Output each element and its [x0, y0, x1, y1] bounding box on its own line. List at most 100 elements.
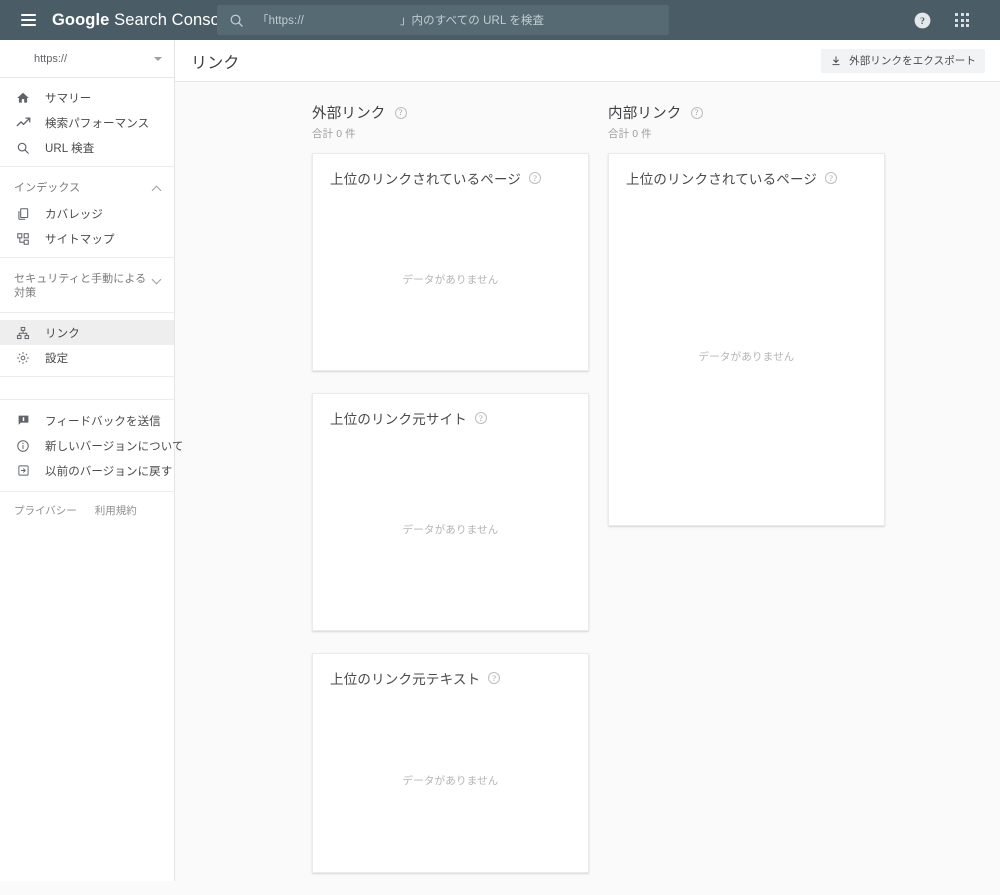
- card-top-linked-pages-internal[interactable]: 上位のリンクされているページ ? データがありません: [608, 153, 885, 526]
- help-icon[interactable]: ?: [394, 106, 407, 119]
- card-title-text: 上位のリンク元テキスト: [330, 672, 481, 687]
- sidebar-item-coverage[interactable]: カバレッジ: [0, 201, 174, 226]
- top-app-bar: Google Search Console 「https:// 」内のすべての U…: [0, 0, 1000, 40]
- sidebar-section-index[interactable]: インデックス: [0, 174, 174, 201]
- sidebar-label-return-previous-version: 以前のバージョンに戻す: [45, 465, 173, 478]
- export-button-label: 外部リンクをエクスポート: [849, 55, 976, 67]
- sidebar-label-coverage: カバレッジ: [45, 208, 103, 221]
- card-body: データがありません: [313, 188, 588, 370]
- card-top-linking-text[interactable]: 上位のリンク元テキスト ? データがありません: [312, 653, 589, 873]
- sidebar-item-send-feedback[interactable]: フィードバックを送信: [0, 408, 174, 433]
- external-links-heading: 外部リンク ?: [312, 102, 589, 123]
- search-icon: [229, 13, 244, 28]
- empty-state-text: データがありません: [402, 273, 499, 286]
- sidebar-section-label-security: セキュリティと手動による対策: [14, 273, 147, 299]
- card-body: データがありません: [313, 688, 588, 872]
- brand-rest: Search Console: [109, 10, 233, 29]
- internal-links-total: 合計 0 件: [608, 128, 652, 140]
- search-placeholder-text: 「https:// 」内のすべての URL を検査: [257, 12, 544, 28]
- terms-link[interactable]: 利用規約: [95, 503, 137, 518]
- links-board: 外部リンク ? 合計 0 件 上位のリンクされているページ ? データがありませ…: [175, 82, 1000, 873]
- sidebar-item-links[interactable]: リンク: [0, 320, 174, 345]
- topbar-actions: ?: [902, 0, 1000, 40]
- help-icon[interactable]: ?: [529, 172, 542, 184]
- links-icon: [14, 324, 32, 342]
- help-icon[interactable]: ?: [488, 672, 501, 684]
- trending-up-icon: [14, 114, 32, 132]
- sidebar-section-label-index: インデックス: [14, 182, 81, 194]
- card-title: 上位のリンクされているページ ?: [313, 154, 588, 188]
- help-icon[interactable]: ?: [825, 172, 838, 184]
- card-title: 上位のリンクされているページ ?: [609, 154, 884, 188]
- sidebar-label-summary: サマリー: [45, 92, 92, 105]
- sidebar-section-security[interactable]: セキュリティと手動による対策: [0, 265, 174, 306]
- nav-group-security: セキュリティと手動による対策: [0, 258, 174, 313]
- external-links-title: 外部リンク: [312, 106, 386, 122]
- sidebar-item-sitemaps[interactable]: サイトマップ: [0, 226, 174, 251]
- card-body: データがありません: [609, 188, 884, 525]
- legal-links: プライバシー 利用規約: [0, 491, 174, 518]
- privacy-link[interactable]: プライバシー: [14, 503, 77, 518]
- section-internal-links: 内部リンク ? 合計 0 件 上位のリンクされているページ ? データがありませ…: [608, 102, 885, 548]
- page-title: リンク: [191, 54, 240, 72]
- sidebar: https:// サマリー 検索パフォーマンス URL 検査 インデックス カバ…: [0, 40, 184, 881]
- svg-text:?: ?: [920, 16, 925, 27]
- app-brand: Google Search Console: [52, 11, 233, 30]
- hamburger-menu-icon[interactable]: [6, 0, 50, 40]
- pages-icon: [14, 205, 32, 223]
- sidebar-item-summary[interactable]: サマリー: [0, 85, 174, 110]
- info-icon: [14, 437, 32, 455]
- sidebar-label-links: リンク: [45, 327, 80, 340]
- external-links-total: 合計 0 件: [312, 128, 356, 140]
- property-selector-label: https://: [34, 52, 68, 65]
- sidebar-item-settings[interactable]: 設定: [0, 345, 174, 370]
- sidebar-label-url-inspection: URL 検査: [45, 142, 95, 155]
- sidebar-footer: フィードバックを送信 新しいバージョンについて 以前のバージョンに戻す プライバ…: [0, 399, 184, 518]
- gear-icon: [14, 349, 32, 367]
- search-placeholder-prefix: 「https://: [257, 15, 304, 27]
- card-title-text: 上位のリンク元サイト: [330, 412, 467, 427]
- search-placeholder-suffix: 」内のすべての URL を検査: [399, 15, 545, 27]
- nav-group-primary: サマリー 検索パフォーマンス URL 検査: [0, 78, 174, 167]
- sidebar-label-settings: 設定: [45, 352, 69, 365]
- brand-google: Google: [52, 10, 110, 29]
- sidebar-item-search-performance[interactable]: 検索パフォーマンス: [0, 110, 174, 135]
- sidebar-label-send-feedback: フィードバックを送信: [45, 415, 161, 428]
- home-icon: [14, 89, 32, 107]
- feedback-icon: [14, 412, 32, 430]
- sidebar-label-sitemaps: サイトマップ: [45, 233, 115, 246]
- sidebar-item-return-previous-version[interactable]: 以前のバージョンに戻す: [0, 458, 174, 483]
- chevron-down-icon: [152, 274, 162, 284]
- card-top-linked-pages-external[interactable]: 上位のリンクされているページ ? データがありません: [312, 153, 589, 371]
- empty-state-text: データがありません: [698, 351, 795, 363]
- card-title: 上位のリンク元サイト ?: [313, 394, 588, 428]
- card-top-linking-sites[interactable]: 上位のリンク元サイト ? データがありません: [312, 393, 589, 631]
- chevron-up-icon: [152, 183, 162, 193]
- search-input[interactable]: 「https:// 」内のすべての URL を検査: [217, 5, 669, 35]
- card-title-text: 上位のリンクされているページ: [626, 172, 818, 187]
- card-title: 上位のリンク元テキスト ?: [313, 654, 588, 688]
- help-icon[interactable]: ?: [690, 106, 703, 119]
- apps-grid-icon[interactable]: [942, 0, 982, 40]
- help-icon[interactable]: ?: [475, 412, 487, 424]
- card-body: データがありません: [313, 428, 588, 630]
- nav-group-tools: リンク 設定: [0, 313, 174, 377]
- help-icon[interactable]: ?: [902, 0, 942, 40]
- sidebar-label-about-new-version: 新しいバージョンについて: [45, 440, 184, 453]
- nav-group-index: インデックス カバレッジ サイトマップ: [0, 167, 174, 258]
- sidebar-item-url-inspection[interactable]: URL 検査: [0, 135, 174, 160]
- exit-icon: [14, 462, 32, 480]
- empty-state-text: データがありません: [402, 774, 499, 787]
- internal-links-heading: 内部リンク ?: [608, 102, 885, 123]
- main-content: リンク 外部リンクをエクスポート 外部リンク ? 合計 0 件 上位のリンクされ…: [175, 40, 1000, 881]
- sidebar-label-search-performance: 検索パフォーマンス: [45, 117, 150, 130]
- internal-links-title: 内部リンク: [608, 106, 682, 122]
- property-selector[interactable]: https://: [0, 40, 174, 78]
- download-icon: [830, 55, 842, 67]
- section-external-links: 外部リンク ? 合計 0 件 上位のリンクされているページ ? データがありませ…: [312, 102, 589, 895]
- sidebar-item-about-new-version[interactable]: 新しいバージョンについて: [0, 433, 184, 458]
- export-external-links-button[interactable]: 外部リンクをエクスポート: [821, 48, 985, 73]
- card-title-text: 上位のリンクされているページ: [330, 172, 522, 187]
- page-header: リンク 外部リンクをエクスポート: [175, 40, 1000, 82]
- sitemap-icon: [14, 230, 32, 248]
